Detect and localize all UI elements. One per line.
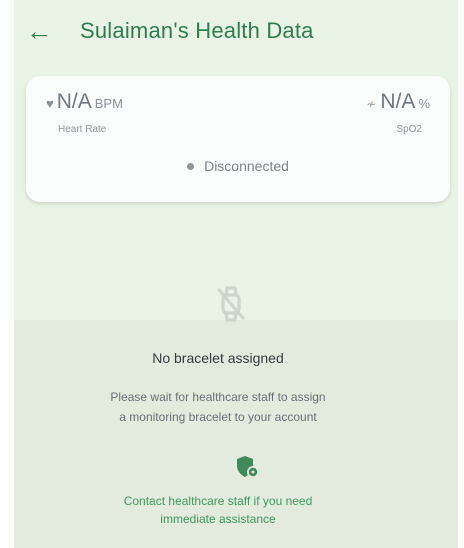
- empty-state-description: Please wait for healthcare staff to assi…: [0, 387, 450, 427]
- app-header: ← Sulaiman's Health Data: [14, 0, 458, 70]
- status-dot-icon: [187, 162, 195, 170]
- empty-state-description-line-1: Please wait for healthcare staff to assi…: [110, 390, 326, 404]
- heart-rate-metric: ♥ N/A BPM Heart Rate: [46, 90, 123, 135]
- shield-icon: [237, 456, 259, 478]
- connection-status: Disconnected: [26, 158, 450, 174]
- connection-status-text: Disconnected: [204, 158, 289, 174]
- spo2-label: SpO2: [396, 124, 422, 135]
- back-button[interactable]: ←: [26, 14, 56, 48]
- contact-staff-message: Contact healthcare staff if you need imm…: [0, 492, 450, 528]
- heart-rate-unit: BPM: [94, 96, 123, 111]
- vitals-card: ♥ N/A BPM Heart Rate ≁ N/A% SpO2 Disconnect…: [26, 76, 450, 202]
- empty-state-title: No bracelet assigned: [152, 350, 284, 366]
- heart-rate-value: N/A: [56, 90, 92, 113]
- watch-off-icon: [217, 286, 245, 322]
- arrow-left-icon: ←: [26, 16, 52, 46]
- empty-state-description-line-2: a monitoring bracelet to your account: [119, 410, 317, 424]
- contact-staff-line-2: immediate assistance: [160, 512, 276, 526]
- spo2-value: N/A: [380, 90, 416, 113]
- heart-rate-label: Heart Rate: [58, 124, 107, 135]
- spo2-unit: %: [418, 96, 430, 111]
- page-title: Sulaiman's Health Data: [80, 18, 314, 43]
- spo2-metric: ≁ N/A% SpO2: [366, 90, 430, 135]
- pulse-icon: ≁: [366, 97, 377, 111]
- heart-icon: ♥: [46, 96, 54, 111]
- contact-staff-line-1: Contact healthcare staff if you need: [123, 494, 313, 508]
